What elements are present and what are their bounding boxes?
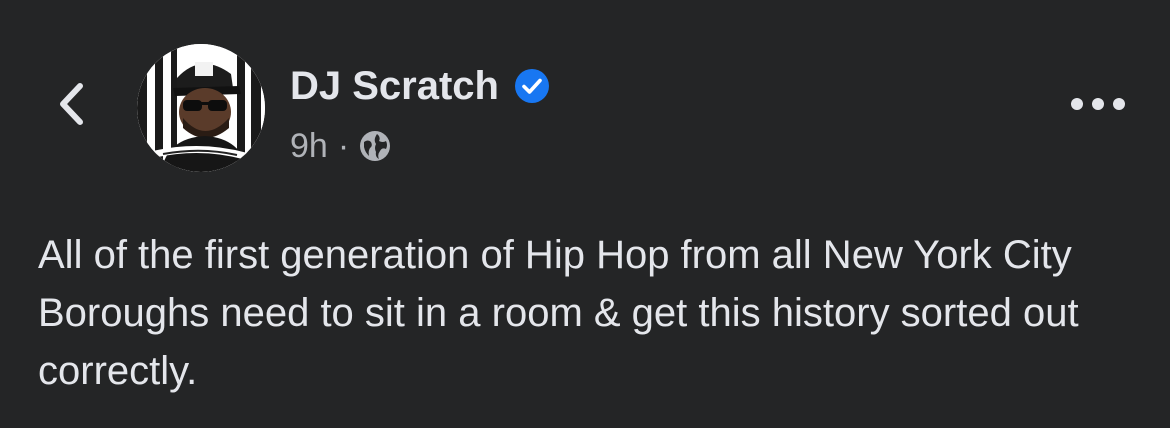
avatar[interactable] [137,44,265,172]
chevron-left-icon [60,83,83,125]
author-name[interactable]: DJ Scratch [290,60,549,112]
globe-icon[interactable] [359,130,391,162]
more-options-button[interactable] [1066,84,1130,124]
meta-separator: · [337,127,350,165]
back-button[interactable] [48,76,94,132]
post-meta: 9h · [290,124,391,168]
verified-badge-icon [514,69,549,103]
post-timestamp[interactable]: 9h [290,124,328,168]
author-name-text: DJ Scratch [290,64,499,108]
more-horizontal-icon [1071,98,1125,110]
post-text: All of the first generation of Hip Hop f… [38,233,1079,393]
post-card: DJ Scratch 9h · All of the first generat… [0,0,1170,428]
